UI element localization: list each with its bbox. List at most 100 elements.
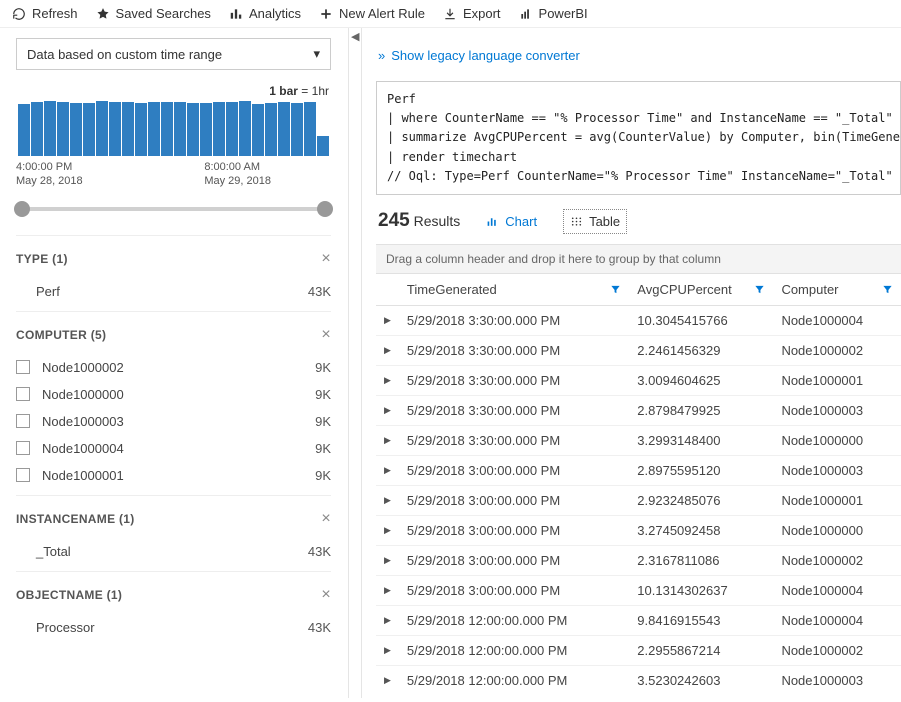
slider-thumb-start[interactable] bbox=[14, 201, 30, 217]
table-row[interactable]: ▶5/29/2018 3:00:00.000 PM2.8975595120Nod… bbox=[376, 455, 901, 485]
table-row[interactable]: ▶5/29/2018 3:00:00.000 PM2.9232485076Nod… bbox=[376, 485, 901, 515]
analytics-button[interactable]: Analytics bbox=[229, 6, 301, 21]
histogram-bar[interactable] bbox=[122, 102, 134, 156]
column-header-computer[interactable]: Computer bbox=[773, 274, 901, 306]
column-header-avgcpupercent[interactable]: AvgCPUPercent bbox=[629, 274, 773, 306]
expand-row-button[interactable]: ▶ bbox=[376, 665, 399, 694]
cell: 5/29/2018 12:00:00.000 PM bbox=[399, 635, 629, 665]
table-row[interactable]: ▶5/29/2018 3:00:00.000 PM10.1314302637No… bbox=[376, 575, 901, 605]
checkbox[interactable] bbox=[16, 441, 30, 455]
checkbox[interactable] bbox=[16, 468, 30, 482]
facet-count: 43K bbox=[308, 620, 331, 635]
histogram-bar[interactable] bbox=[109, 102, 121, 156]
histogram-bar[interactable] bbox=[200, 103, 212, 156]
time-range-dropdown[interactable]: Data based on custom time range ▾ bbox=[16, 38, 331, 70]
facet-count: 9K bbox=[315, 414, 331, 429]
histogram-bar[interactable] bbox=[83, 103, 95, 156]
checkbox[interactable] bbox=[16, 360, 30, 374]
close-icon[interactable]: × bbox=[321, 326, 331, 344]
column-header-timegenerated[interactable]: TimeGenerated bbox=[399, 274, 629, 306]
expand-row-button[interactable]: ▶ bbox=[376, 485, 399, 515]
table-row[interactable]: ▶5/29/2018 3:30:00.000 PM2.2461456329Nod… bbox=[376, 335, 901, 365]
expand-row-button[interactable]: ▶ bbox=[376, 545, 399, 575]
expand-row-button[interactable]: ▶ bbox=[376, 575, 399, 605]
expand-row-button[interactable]: ▶ bbox=[376, 335, 399, 365]
table-row[interactable]: ▶5/29/2018 12:00:00.000 PM9.8416915543No… bbox=[376, 605, 901, 635]
facet-row[interactable]: Node10000029K bbox=[16, 354, 331, 381]
histogram-bar[interactable] bbox=[187, 103, 199, 156]
checkbox[interactable] bbox=[16, 414, 30, 428]
histogram-chart[interactable] bbox=[16, 100, 331, 156]
histogram-bar[interactable] bbox=[148, 102, 160, 156]
histogram-bar[interactable] bbox=[304, 102, 316, 156]
table-row[interactable]: ▶5/29/2018 3:30:00.000 PM10.3045415766No… bbox=[376, 305, 901, 335]
table-view-button[interactable]: Table bbox=[563, 209, 627, 234]
group-by-dropzone[interactable]: Drag a column header and drop it here to… bbox=[376, 244, 901, 274]
facet-row[interactable]: Node10000009K bbox=[16, 381, 331, 408]
expand-row-button[interactable]: ▶ bbox=[376, 425, 399, 455]
expand-row-button[interactable]: ▶ bbox=[376, 605, 399, 635]
histogram-bar[interactable] bbox=[174, 102, 186, 156]
facet-row[interactable]: Perf43K bbox=[16, 278, 331, 305]
close-icon[interactable]: × bbox=[321, 250, 331, 268]
facet-row[interactable]: Processor43K bbox=[16, 614, 331, 641]
histogram-bar[interactable] bbox=[161, 102, 173, 156]
histogram-bar[interactable] bbox=[226, 102, 238, 156]
histogram-bar[interactable] bbox=[265, 103, 277, 156]
histogram-bar[interactable] bbox=[213, 102, 225, 156]
facet-row[interactable]: Node10000019K bbox=[16, 462, 331, 489]
filter-icon[interactable] bbox=[882, 283, 893, 298]
histogram-bar[interactable] bbox=[239, 101, 251, 156]
powerbi-button[interactable]: PowerBI bbox=[519, 6, 588, 21]
facet-row[interactable]: _Total43K bbox=[16, 538, 331, 565]
table-row[interactable]: ▶5/29/2018 12:00:00.000 PM2.2955867214No… bbox=[376, 635, 901, 665]
expand-row-button[interactable]: ▶ bbox=[376, 395, 399, 425]
expand-row-button[interactable]: ▶ bbox=[376, 455, 399, 485]
results-panel: » Show legacy language converter Perf| w… bbox=[362, 28, 901, 698]
table-row[interactable]: ▶5/29/2018 3:30:00.000 PM3.2993148400Nod… bbox=[376, 425, 901, 455]
legacy-converter-link[interactable]: » Show legacy language converter bbox=[378, 48, 901, 63]
table-row[interactable]: ▶5/29/2018 3:00:00.000 PM2.3167811086Nod… bbox=[376, 545, 901, 575]
expand-row-button[interactable]: ▶ bbox=[376, 365, 399, 395]
new-alert-rule-button[interactable]: New Alert Rule bbox=[319, 6, 425, 21]
collapse-left-icon[interactable]: ◀ bbox=[351, 30, 359, 43]
checkbox[interactable] bbox=[16, 387, 30, 401]
panel-divider[interactable]: ◀ bbox=[348, 28, 362, 698]
slider-thumb-end[interactable] bbox=[317, 201, 333, 217]
close-icon[interactable]: × bbox=[321, 510, 331, 528]
close-icon[interactable]: × bbox=[321, 586, 331, 604]
expand-row-button[interactable]: ▶ bbox=[376, 515, 399, 545]
export-button[interactable]: Export bbox=[443, 6, 501, 21]
query-editor[interactable]: Perf| where CounterName == "% Processor … bbox=[376, 81, 901, 195]
results-table: TimeGeneratedAvgCPUPercentComputer ▶5/29… bbox=[376, 274, 901, 694]
histogram-bar[interactable] bbox=[57, 102, 69, 156]
table-row[interactable]: ▶5/29/2018 3:30:00.000 PM3.0094604625Nod… bbox=[376, 365, 901, 395]
chart-view-button[interactable]: Chart bbox=[480, 210, 543, 233]
expand-row-button[interactable]: ▶ bbox=[376, 305, 399, 335]
cell: 5/29/2018 3:00:00.000 PM bbox=[399, 575, 629, 605]
histogram-bar[interactable] bbox=[70, 103, 82, 156]
table-row[interactable]: ▶5/29/2018 3:00:00.000 PM3.2745092458Nod… bbox=[376, 515, 901, 545]
histogram-bar[interactable] bbox=[291, 103, 303, 156]
table-row[interactable]: ▶5/29/2018 3:30:00.000 PM2.8798479925Nod… bbox=[376, 395, 901, 425]
histogram-bar[interactable] bbox=[317, 136, 329, 156]
saved-searches-button[interactable]: Saved Searches bbox=[96, 6, 211, 21]
filter-icon[interactable] bbox=[610, 283, 621, 298]
histogram-bar[interactable] bbox=[44, 101, 56, 156]
filter-panel: Data based on custom time range ▾ 1 bar … bbox=[0, 28, 348, 698]
facet-row[interactable]: Node10000049K bbox=[16, 435, 331, 462]
histogram-bar[interactable] bbox=[18, 104, 30, 156]
histogram-bar[interactable] bbox=[96, 101, 108, 156]
filter-icon[interactable] bbox=[754, 283, 765, 298]
cell: 5/29/2018 3:30:00.000 PM bbox=[399, 305, 629, 335]
table-row[interactable]: ▶5/29/2018 12:00:00.000 PM3.5230242603No… bbox=[376, 665, 901, 694]
chevron-right-icon: ▶ bbox=[384, 375, 391, 385]
histogram-bar[interactable] bbox=[31, 102, 43, 156]
time-slider[interactable] bbox=[22, 207, 325, 211]
expand-row-button[interactable]: ▶ bbox=[376, 635, 399, 665]
histogram-bar[interactable] bbox=[278, 102, 290, 156]
histogram-bar[interactable] bbox=[252, 104, 264, 156]
facet-row[interactable]: Node10000039K bbox=[16, 408, 331, 435]
histogram-bar[interactable] bbox=[135, 103, 147, 156]
refresh-button[interactable]: Refresh bbox=[12, 6, 78, 21]
